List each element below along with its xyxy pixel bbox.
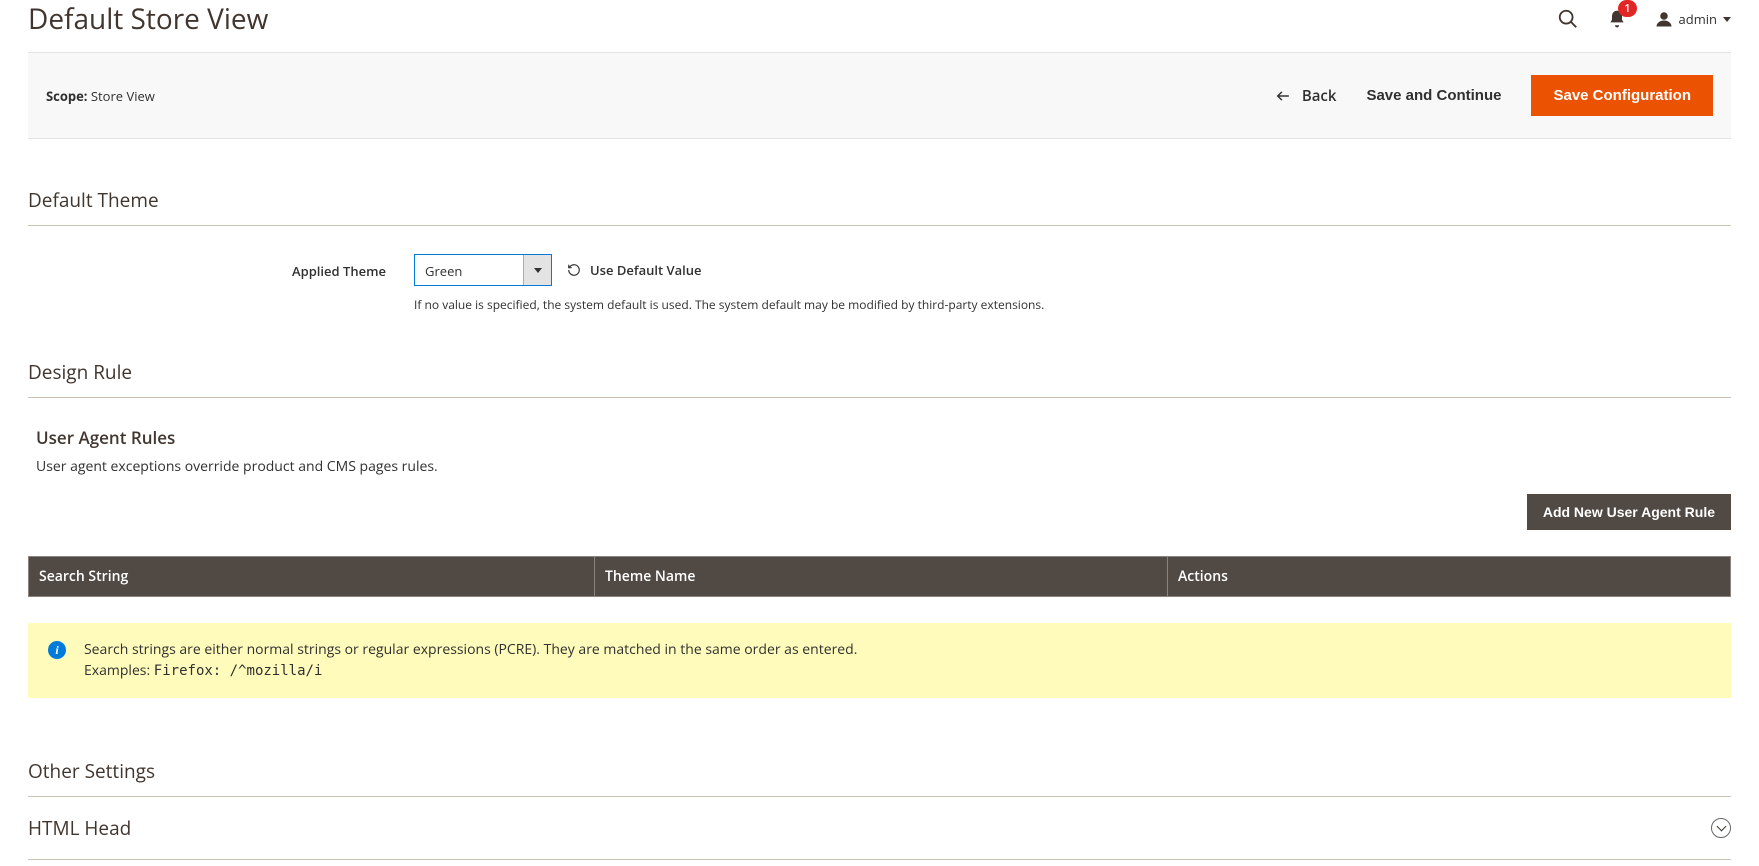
admin-username: admin [1679, 10, 1717, 28]
info-line-2: Examples: Firefox: /^mozilla/i [84, 660, 857, 682]
page-title: Default Store View [28, 0, 268, 38]
select-dropdown-button[interactable] [523, 255, 551, 285]
arrow-left-icon [1274, 89, 1292, 103]
chevron-down-icon [1723, 17, 1731, 22]
notification-badge: 1 [1618, 0, 1636, 17]
applied-theme-value: Green [415, 255, 523, 285]
user-agent-rules-title: User Agent Rules [28, 426, 1731, 449]
column-theme-name: Theme Name [594, 557, 1167, 596]
section-default-theme-title: Default Theme [28, 187, 1731, 226]
use-default-value-button[interactable]: Use Default Value [566, 261, 702, 279]
user-agent-table-header: Search String Theme Name Actions [28, 556, 1731, 597]
add-new-user-agent-rule-button[interactable]: Add New User Agent Rule [1527, 494, 1731, 530]
back-button[interactable]: Back [1274, 86, 1337, 106]
column-actions: Actions [1167, 557, 1730, 596]
html-head-label: HTML Head [28, 815, 131, 841]
column-search-string: Search String [29, 557, 594, 596]
info-line-1: Search strings are either normal strings… [84, 639, 857, 660]
applied-theme-label: Applied Theme [28, 254, 414, 280]
expand-icon [1711, 818, 1731, 838]
html-head-section-toggle[interactable]: HTML Head [28, 797, 1731, 860]
undo-icon [566, 263, 582, 277]
save-configuration-button[interactable]: Save Configuration [1531, 75, 1713, 116]
applied-theme-select[interactable]: Green [414, 254, 552, 286]
search-icon[interactable] [1557, 8, 1579, 30]
action-bar: Scope: Store View Back Save and Continue… [28, 52, 1731, 139]
save-and-continue-button[interactable]: Save and Continue [1366, 87, 1501, 104]
scope-indicator: Scope: Store View [46, 87, 155, 105]
info-message: i Search strings are either normal strin… [28, 623, 1731, 698]
section-design-rule-title: Design Rule [28, 359, 1731, 398]
notifications-button[interactable]: 1 [1607, 8, 1627, 30]
applied-theme-note: If no value is specified, the system def… [414, 296, 1731, 313]
info-icon: i [48, 641, 66, 659]
user-agent-rules-note: User agent exceptions override product a… [28, 457, 1731, 476]
admin-user-menu[interactable]: admin [1655, 10, 1731, 28]
section-other-settings-title: Other Settings [28, 758, 1731, 797]
chevron-down-icon [534, 268, 542, 273]
user-icon [1655, 10, 1673, 28]
